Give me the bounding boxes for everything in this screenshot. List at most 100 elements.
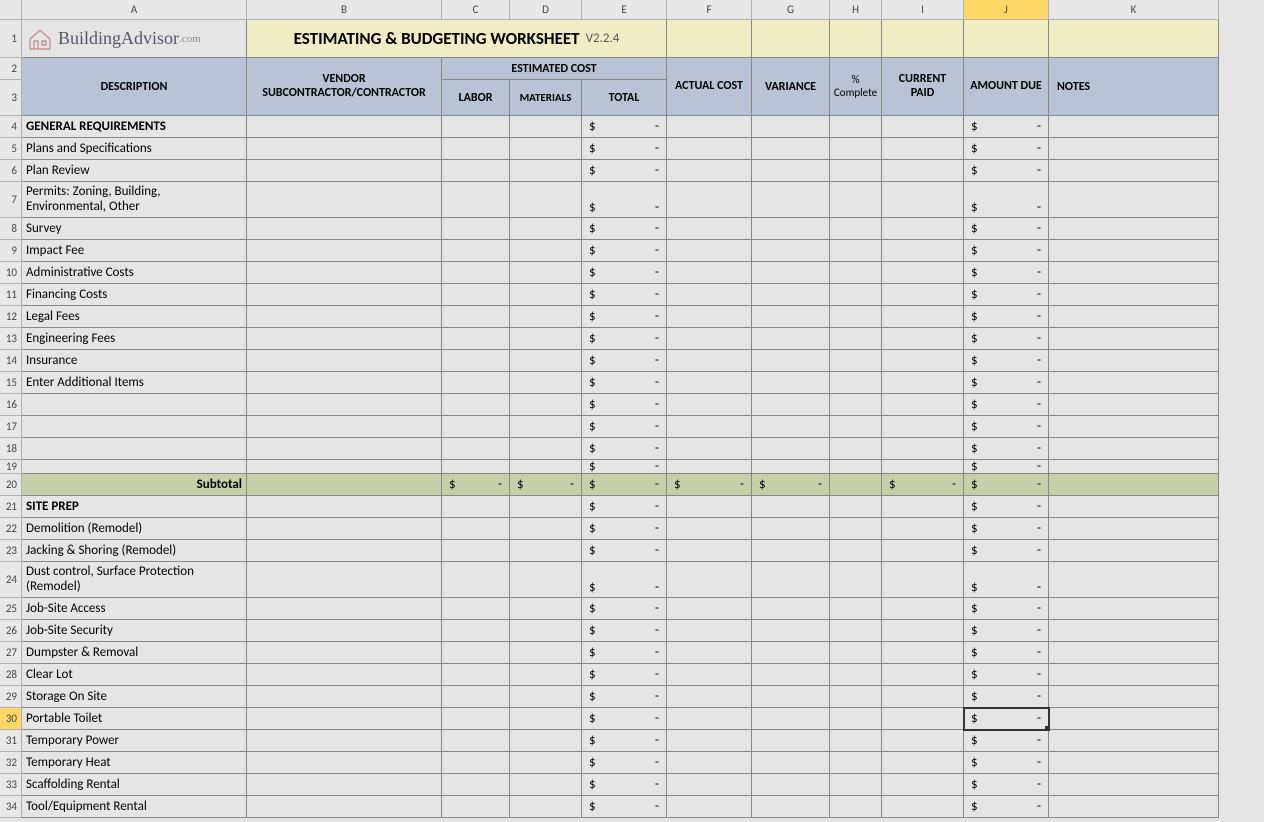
- column-header-D[interactable]: D: [510, 0, 582, 20]
- row-header[interactable]: 6: [0, 160, 22, 182]
- notes-cell[interactable]: [1049, 306, 1219, 328]
- row-header[interactable]: 13: [0, 328, 22, 350]
- variance-cell[interactable]: [752, 540, 830, 562]
- pct-cell[interactable]: [830, 218, 882, 240]
- cell[interactable]: [882, 20, 964, 58]
- notes-cell[interactable]: [1049, 116, 1219, 138]
- vendor-cell[interactable]: [247, 708, 442, 730]
- row-header[interactable]: 5: [0, 138, 22, 160]
- materials-cell[interactable]: [510, 774, 582, 796]
- description-cell[interactable]: Demolition (Remodel): [22, 518, 247, 540]
- paid-cell[interactable]: [882, 160, 964, 182]
- description-cell[interactable]: [22, 416, 247, 438]
- notes-cell[interactable]: [1049, 218, 1219, 240]
- row-header[interactable]: 16: [0, 394, 22, 416]
- description-cell[interactable]: Temporary Heat: [22, 752, 247, 774]
- labor-cell[interactable]: [442, 752, 510, 774]
- labor-cell[interactable]: [442, 160, 510, 182]
- pct-cell[interactable]: [830, 496, 882, 518]
- amount-due-cell[interactable]: $-: [964, 474, 1049, 496]
- vendor-cell[interactable]: [247, 496, 442, 518]
- notes-cell[interactable]: [1049, 284, 1219, 306]
- vendor-cell[interactable]: [247, 774, 442, 796]
- total-cell[interactable]: $-: [582, 620, 667, 642]
- amount-due-cell[interactable]: $-: [964, 306, 1049, 328]
- actual-cell[interactable]: [667, 240, 752, 262]
- vendor-cell[interactable]: [247, 350, 442, 372]
- materials-cell[interactable]: [510, 138, 582, 160]
- actual-cell[interactable]: [667, 460, 752, 474]
- labor-cell[interactable]: [442, 284, 510, 306]
- row-header[interactable]: 3: [0, 80, 22, 116]
- pct-cell[interactable]: [830, 306, 882, 328]
- paid-cell[interactable]: [882, 182, 964, 218]
- amount-due-cell[interactable]: $-: [964, 116, 1049, 138]
- column-header-K[interactable]: K: [1049, 0, 1219, 20]
- amount-due-cell[interactable]: $-: [964, 416, 1049, 438]
- materials-cell[interactable]: [510, 496, 582, 518]
- total-cell[interactable]: $-: [582, 116, 667, 138]
- total-cell[interactable]: $-: [582, 160, 667, 182]
- amount-due-cell[interactable]: $-: [964, 562, 1049, 598]
- paid-cell[interactable]: [882, 562, 964, 598]
- pct-cell[interactable]: [830, 708, 882, 730]
- paid-cell[interactable]: [882, 796, 964, 818]
- description-cell[interactable]: Engineering Fees: [22, 328, 247, 350]
- materials-cell[interactable]: [510, 240, 582, 262]
- row-header[interactable]: 1: [0, 20, 22, 58]
- variance-cell[interactable]: [752, 262, 830, 284]
- pct-cell[interactable]: [830, 796, 882, 818]
- actual-cell[interactable]: [667, 708, 752, 730]
- description-cell[interactable]: Impact Fee: [22, 240, 247, 262]
- notes-cell[interactable]: [1049, 394, 1219, 416]
- vendor-cell[interactable]: [247, 262, 442, 284]
- amount-due-cell[interactable]: $-: [964, 218, 1049, 240]
- column-header-A[interactable]: A: [22, 0, 247, 20]
- amount-due-cell[interactable]: $-: [964, 774, 1049, 796]
- amount-due-cell[interactable]: $-: [964, 540, 1049, 562]
- actual-cell[interactable]: [667, 796, 752, 818]
- vendor-cell[interactable]: [247, 620, 442, 642]
- total-cell[interactable]: $-: [582, 774, 667, 796]
- pct-cell[interactable]: [830, 642, 882, 664]
- pct-cell[interactable]: [830, 328, 882, 350]
- labor-cell[interactable]: [442, 460, 510, 474]
- amount-due-cell[interactable]: $-: [964, 438, 1049, 460]
- total-cell[interactable]: $-: [582, 562, 667, 598]
- variance-cell[interactable]: [752, 240, 830, 262]
- actual-cell[interactable]: [667, 518, 752, 540]
- notes-cell[interactable]: [1049, 496, 1219, 518]
- labor-cell[interactable]: [442, 182, 510, 218]
- vendor-cell[interactable]: [247, 752, 442, 774]
- materials-cell[interactable]: [510, 796, 582, 818]
- variance-cell[interactable]: [752, 642, 830, 664]
- row-header[interactable]: 4: [0, 116, 22, 138]
- labor-cell[interactable]: [442, 620, 510, 642]
- actual-cell[interactable]: [667, 372, 752, 394]
- description-cell[interactable]: Plan Review: [22, 160, 247, 182]
- row-header[interactable]: 20: [0, 474, 22, 496]
- notes-cell[interactable]: [1049, 708, 1219, 730]
- total-cell[interactable]: $-: [582, 328, 667, 350]
- paid-cell[interactable]: [882, 138, 964, 160]
- labor-cell[interactable]: [442, 686, 510, 708]
- materials-cell[interactable]: [510, 350, 582, 372]
- pct-cell[interactable]: [830, 474, 882, 496]
- paid-cell[interactable]: [882, 664, 964, 686]
- actual-cell[interactable]: [667, 160, 752, 182]
- paid-cell[interactable]: [882, 460, 964, 474]
- labor-cell[interactable]: [442, 394, 510, 416]
- total-cell[interactable]: $-: [582, 496, 667, 518]
- materials-cell[interactable]: $-: [510, 474, 582, 496]
- paid-cell[interactable]: [882, 116, 964, 138]
- actual-cell[interactable]: [667, 562, 752, 598]
- variance-cell[interactable]: [752, 306, 830, 328]
- notes-cell[interactable]: [1049, 350, 1219, 372]
- materials-cell[interactable]: [510, 372, 582, 394]
- actual-cell[interactable]: [667, 218, 752, 240]
- row-header[interactable]: 12: [0, 306, 22, 328]
- labor-cell[interactable]: [442, 730, 510, 752]
- amount-due-cell[interactable]: $-: [964, 796, 1049, 818]
- actual-cell[interactable]: [667, 730, 752, 752]
- pct-cell[interactable]: [830, 620, 882, 642]
